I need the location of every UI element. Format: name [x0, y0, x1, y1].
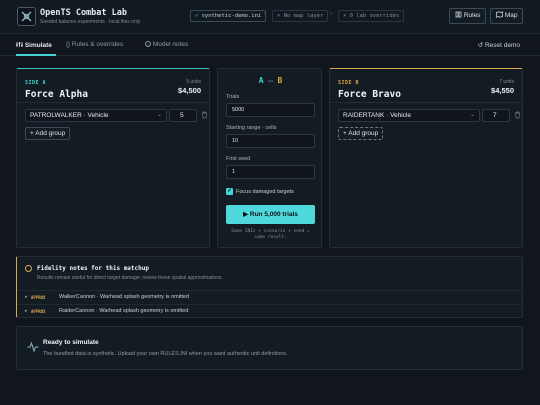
- rules-book-icon: [455, 11, 462, 18]
- trash-icon[interactable]: [201, 111, 208, 119]
- trial-settings-panel: A ⟷ B Trials 5000 Starting range · cells…: [217, 68, 322, 248]
- side-a-panel: SIDE A Force Alpha 5 units $4,500 PATROL…: [16, 68, 210, 248]
- app-header: OpenTS Combat Lab Seeded balance experim…: [0, 0, 540, 34]
- divider: [17, 102, 209, 103]
- reset-icon: ↺: [477, 42, 484, 49]
- info-icon: i: [145, 41, 151, 47]
- main-tabs: Simulate {} Rules & overrides i Model no…: [0, 34, 540, 56]
- tab-model-notes[interactable]: i Model notes: [145, 41, 188, 48]
- side-b-label: SIDE B: [338, 80, 360, 86]
- active-tab-indicator: [16, 54, 56, 56]
- map-icon: [496, 11, 503, 18]
- chevron-down-icon: ⌄: [156, 112, 162, 118]
- close-icon: ×: [277, 13, 281, 19]
- first-seed-input[interactable]: 1: [226, 165, 315, 179]
- reset-demo-button[interactable]: ↺ Reset demo: [478, 41, 520, 49]
- side-b-add-group-button[interactable]: + Add group: [338, 127, 384, 140]
- approx-badge: APPROX: [31, 308, 46, 314]
- side-b-unit-count: 7 units: [499, 79, 514, 85]
- trash-icon[interactable]: [514, 111, 521, 119]
- chevron-down-icon: ⌄: [469, 112, 475, 118]
- starting-range-input[interactable]: 10: [226, 134, 315, 148]
- play-icon: ▶: [243, 211, 249, 218]
- overrides-pill[interactable]: × 0 lab overrides: [338, 10, 405, 22]
- list-item[interactable]: ▸ APPROX RaiderCannon · Warhead splash g…: [17, 304, 522, 317]
- side-a-unit-select[interactable]: PATROLWALKER · Vehicle ⌄: [25, 109, 167, 122]
- focus-damaged-label[interactable]: Focus damaged targets: [236, 189, 294, 195]
- pulse-icon: [27, 341, 39, 353]
- determinism-hint: Same INIs + scenario + seed = same resul…: [231, 229, 310, 240]
- list-item[interactable]: ▸ APPROX WalkerCannon · Warhead splash g…: [17, 290, 522, 303]
- tab-simulate[interactable]: Simulate: [16, 41, 52, 49]
- fidelity-notes-title: Fidelity notes for this matchup: [37, 265, 149, 272]
- tab-rules-overrides[interactable]: {} Rules & overrides: [66, 41, 123, 48]
- check-icon: ✓: [195, 13, 199, 19]
- caret-right-icon: ▸: [25, 294, 28, 300]
- side-a-add-group-button[interactable]: + Add group: [25, 127, 71, 140]
- app-subtitle: Seeded balance experiments · local files…: [40, 19, 141, 25]
- map-button[interactable]: Map: [490, 8, 524, 24]
- divider: [330, 102, 522, 103]
- trials-label: Trials: [226, 94, 240, 100]
- side-a-unit-count: 5 units: [186, 79, 201, 85]
- fidelity-notes-subtitle: Results remain useful for direct target …: [37, 275, 223, 281]
- side-b-panel: SIDE B Force Bravo 7 units $4,550 RAIDER…: [329, 68, 523, 248]
- range-label: Starting range · cells: [226, 125, 277, 131]
- ready-panel: Ready to simulate The bundled data is sy…: [16, 326, 523, 370]
- side-b-unit-select[interactable]: RAIDERTANK · Vehicle ⌄: [338, 109, 480, 122]
- side-b-quantity-input[interactable]: 7: [482, 109, 510, 122]
- side-a-quantity-input[interactable]: 5: [169, 109, 197, 122]
- warning-icon: [25, 265, 32, 272]
- swap-icon: ⟷: [268, 77, 273, 85]
- ready-title: Ready to simulate: [43, 339, 99, 346]
- fidelity-notes-panel: Fidelity notes for this matchup Results …: [16, 256, 523, 318]
- side-a-cost: $4,500: [178, 86, 201, 95]
- sliders-icon: [16, 42, 23, 47]
- matchup-label: A ⟷ B: [258, 76, 283, 85]
- side-b-cost: $4,550: [491, 86, 514, 95]
- trials-input[interactable]: 5000: [226, 103, 315, 117]
- app-logo-icon: [17, 7, 36, 26]
- seed-label: First seed: [226, 156, 251, 162]
- focus-damaged-checkbox[interactable]: ✓: [226, 188, 233, 195]
- side-a-label: SIDE A: [25, 80, 47, 86]
- rules-button[interactable]: Rules: [449, 8, 487, 24]
- chevron-right-icon: ›: [330, 11, 332, 17]
- map-layer-pill[interactable]: × No map layer: [272, 10, 329, 22]
- run-trials-button[interactable]: ▶ Run 5,000 trials: [226, 205, 315, 224]
- force-bravo-name[interactable]: Force Bravo: [338, 89, 401, 100]
- app-title: OpenTS Combat Lab: [40, 8, 127, 18]
- close-icon: ×: [343, 13, 347, 19]
- caret-right-icon: ▸: [25, 308, 28, 314]
- ready-text: The bundled data is synthetic. Upload yo…: [43, 351, 288, 357]
- approx-badge: APPROX: [31, 294, 46, 300]
- chevron-right-icon: ›: [264, 11, 266, 17]
- force-alpha-name[interactable]: Force Alpha: [25, 89, 88, 100]
- braces-icon: {}: [66, 42, 71, 48]
- rules-file-pill[interactable]: ✓ synthetic-demo.ini: [190, 10, 267, 22]
